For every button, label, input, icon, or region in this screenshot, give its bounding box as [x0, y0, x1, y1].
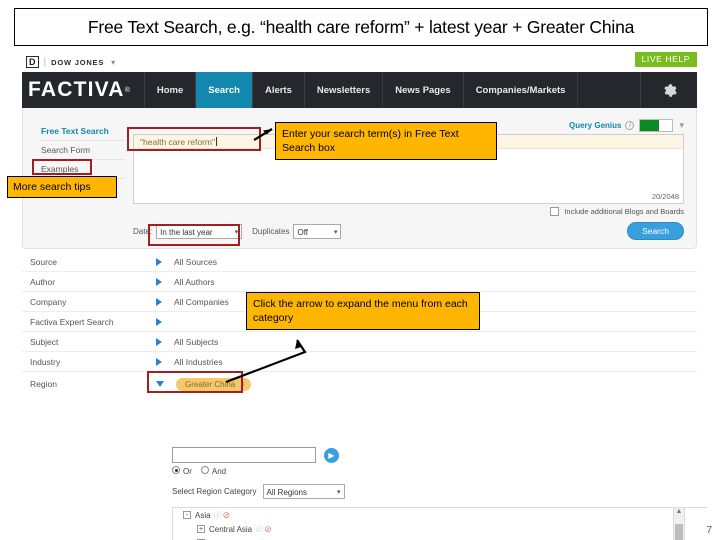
nav-item-search[interactable]: Search	[196, 72, 253, 108]
scrollbar-thumb[interactable]	[675, 524, 683, 540]
live-help-button[interactable]: LIVE HELP	[634, 52, 697, 67]
category-label: Region	[30, 379, 57, 389]
category-label: Subject	[30, 336, 59, 347]
radio-and[interactable]	[200, 466, 209, 474]
category-value: All Sources	[174, 256, 217, 267]
tab-search-form[interactable]: Search Form	[39, 141, 125, 160]
operator-radios: Or And	[172, 466, 572, 476]
include-blogs-row[interactable]: Include additional Blogs and Boards	[133, 207, 684, 216]
highlight-query-box	[127, 127, 261, 151]
callout-search-box: Enter your search term(s) in Free Text S…	[275, 122, 497, 160]
caret-up-icon[interactable]: ▲	[674, 508, 684, 515]
include-blogs-checkbox[interactable]	[550, 207, 560, 216]
slide-title-box: Free Text Search, e.g. “health care refo…	[14, 8, 708, 46]
category-label: Source	[30, 256, 57, 267]
region-search-row: ▶	[172, 447, 572, 463]
category-label: Industry	[30, 356, 61, 367]
callout-more-search-tips: More search tips	[7, 176, 117, 198]
dow-jones-bar: D | DOW JONES ▾ LIVE HELP	[22, 52, 697, 72]
region-category-label: Select Region Category	[172, 487, 257, 496]
tab-free-text-search[interactable]: Free Text Search	[39, 122, 125, 141]
category-row-source[interactable]: Source All Sources	[22, 252, 697, 272]
factiva-logo[interactable]: FACTIVA ®	[22, 72, 144, 108]
dow-jones-brand: DOW JONES	[51, 57, 105, 67]
nav-item-alerts[interactable]: Alerts	[253, 72, 305, 108]
category-row-industry[interactable]: Industry All Industries	[22, 352, 697, 372]
tree-node-eastern-asia[interactable]: - Eastern Asia ⓘ⊘	[173, 536, 707, 540]
expand-arrow-icon[interactable]	[156, 317, 162, 326]
region-category-row: Select Region Category All Regions	[172, 484, 572, 499]
info-icon[interactable]: ⓘ	[214, 510, 221, 520]
category-row-author[interactable]: Author All Authors	[22, 272, 697, 292]
tree-toggle-icon[interactable]: +	[197, 525, 205, 533]
tree-node-central-asia[interactable]: + Central Asia ⓘ ⊘	[173, 522, 707, 536]
category-value: All Authors	[174, 276, 215, 287]
category-label: Company	[30, 296, 67, 307]
operator-and-label: And	[211, 467, 227, 476]
duplicates-select[interactable]: Off	[293, 223, 342, 239]
nav-spacer	[578, 72, 641, 108]
region-search-input[interactable]	[172, 447, 316, 463]
chevron-down-icon[interactable]: ▾	[679, 120, 684, 131]
tree-node-asia[interactable]: - Asia ⓘ ⊘	[173, 508, 707, 522]
tree-node-label: Central Asia	[209, 524, 253, 534]
category-value: All Companies	[174, 296, 229, 307]
expand-arrow-icon[interactable]	[156, 337, 162, 346]
query-genius-label: Query Genius	[569, 120, 622, 130]
category-label: Author	[30, 276, 56, 287]
page-number: 7	[706, 525, 712, 536]
nav-items: Home Search Alerts Newsletters News Page…	[143, 72, 579, 108]
operator-and[interactable]: And	[200, 466, 227, 476]
region-category-select[interactable]: All Regions	[262, 484, 345, 499]
category-value: All Industries	[174, 356, 223, 367]
exclude-icon[interactable]: ⊘	[264, 524, 272, 535]
query-genius-toggle[interactable]	[639, 118, 674, 132]
region-editor: ▶ Or And Select Region Category All Regi…	[172, 447, 572, 499]
highlight-examples-tab	[32, 159, 92, 175]
category-row-subject[interactable]: Subject All Subjects	[22, 332, 697, 352]
search-button[interactable]: Search	[627, 222, 684, 240]
category-label: Factiva Expert Search	[30, 316, 114, 327]
tree-toggle-icon[interactable]: -	[183, 511, 191, 519]
callout-expand-arrow: Click the arrow to expand the menu from …	[246, 292, 480, 330]
nav-item-home[interactable]: Home	[143, 72, 197, 108]
dow-jones-logo-icon: D	[26, 56, 39, 68]
expand-arrow-icon[interactable]	[156, 257, 162, 266]
duplicates-label: Duplicates	[252, 226, 290, 236]
registered-mark: ®	[124, 86, 130, 94]
character-count: 20/2048	[651, 192, 679, 201]
radio-or[interactable]	[172, 466, 180, 474]
highlight-date-select	[148, 224, 240, 246]
slide: Free Text Search, e.g. “health care refo…	[0, 0, 720, 540]
category-row-region[interactable]: Region Greater China	[22, 372, 697, 396]
tree-node-label: Asia	[195, 510, 211, 520]
nav-item-news-pages[interactable]: News Pages	[383, 72, 464, 108]
gear-icon[interactable]	[641, 72, 697, 108]
region-tree: - Asia ⓘ⊘ + Central Asia ⓘ⊘ - Eastern As…	[172, 507, 707, 540]
chevron-down-icon[interactable]: ▾	[111, 58, 115, 67]
info-icon[interactable]: i	[625, 120, 635, 130]
info-icon[interactable]: ⓘ	[255, 524, 262, 534]
nav-item-companies-markets[interactable]: Companies/Markets	[464, 72, 579, 108]
category-value: All Subjects	[174, 336, 219, 347]
toggle-knob	[640, 119, 660, 131]
operator-or[interactable]: Or	[172, 466, 192, 476]
highlight-region-chip	[147, 371, 243, 393]
include-blogs-label: Include additional Blogs and Boards	[564, 207, 684, 216]
expand-arrow-icon[interactable]	[156, 357, 162, 366]
expand-arrow-icon[interactable]	[156, 277, 162, 286]
factiva-logo-text: FACTIVA	[28, 78, 125, 101]
topbar-separator: |	[43, 56, 47, 68]
exclude-icon[interactable]: ⊘	[223, 510, 231, 521]
nav-item-newsletters[interactable]: Newsletters	[305, 72, 384, 108]
region-tree-scrollbar[interactable]: ▲	[673, 507, 685, 540]
expand-arrow-icon[interactable]	[156, 297, 162, 306]
operator-or-label: Or	[183, 467, 192, 476]
page-title: Free Text Search, e.g. “health care refo…	[87, 16, 635, 37]
play-arrow-icon[interactable]: ▶	[324, 447, 339, 463]
main-navbar: FACTIVA ® Home Search Alerts Newsletters …	[22, 72, 697, 108]
